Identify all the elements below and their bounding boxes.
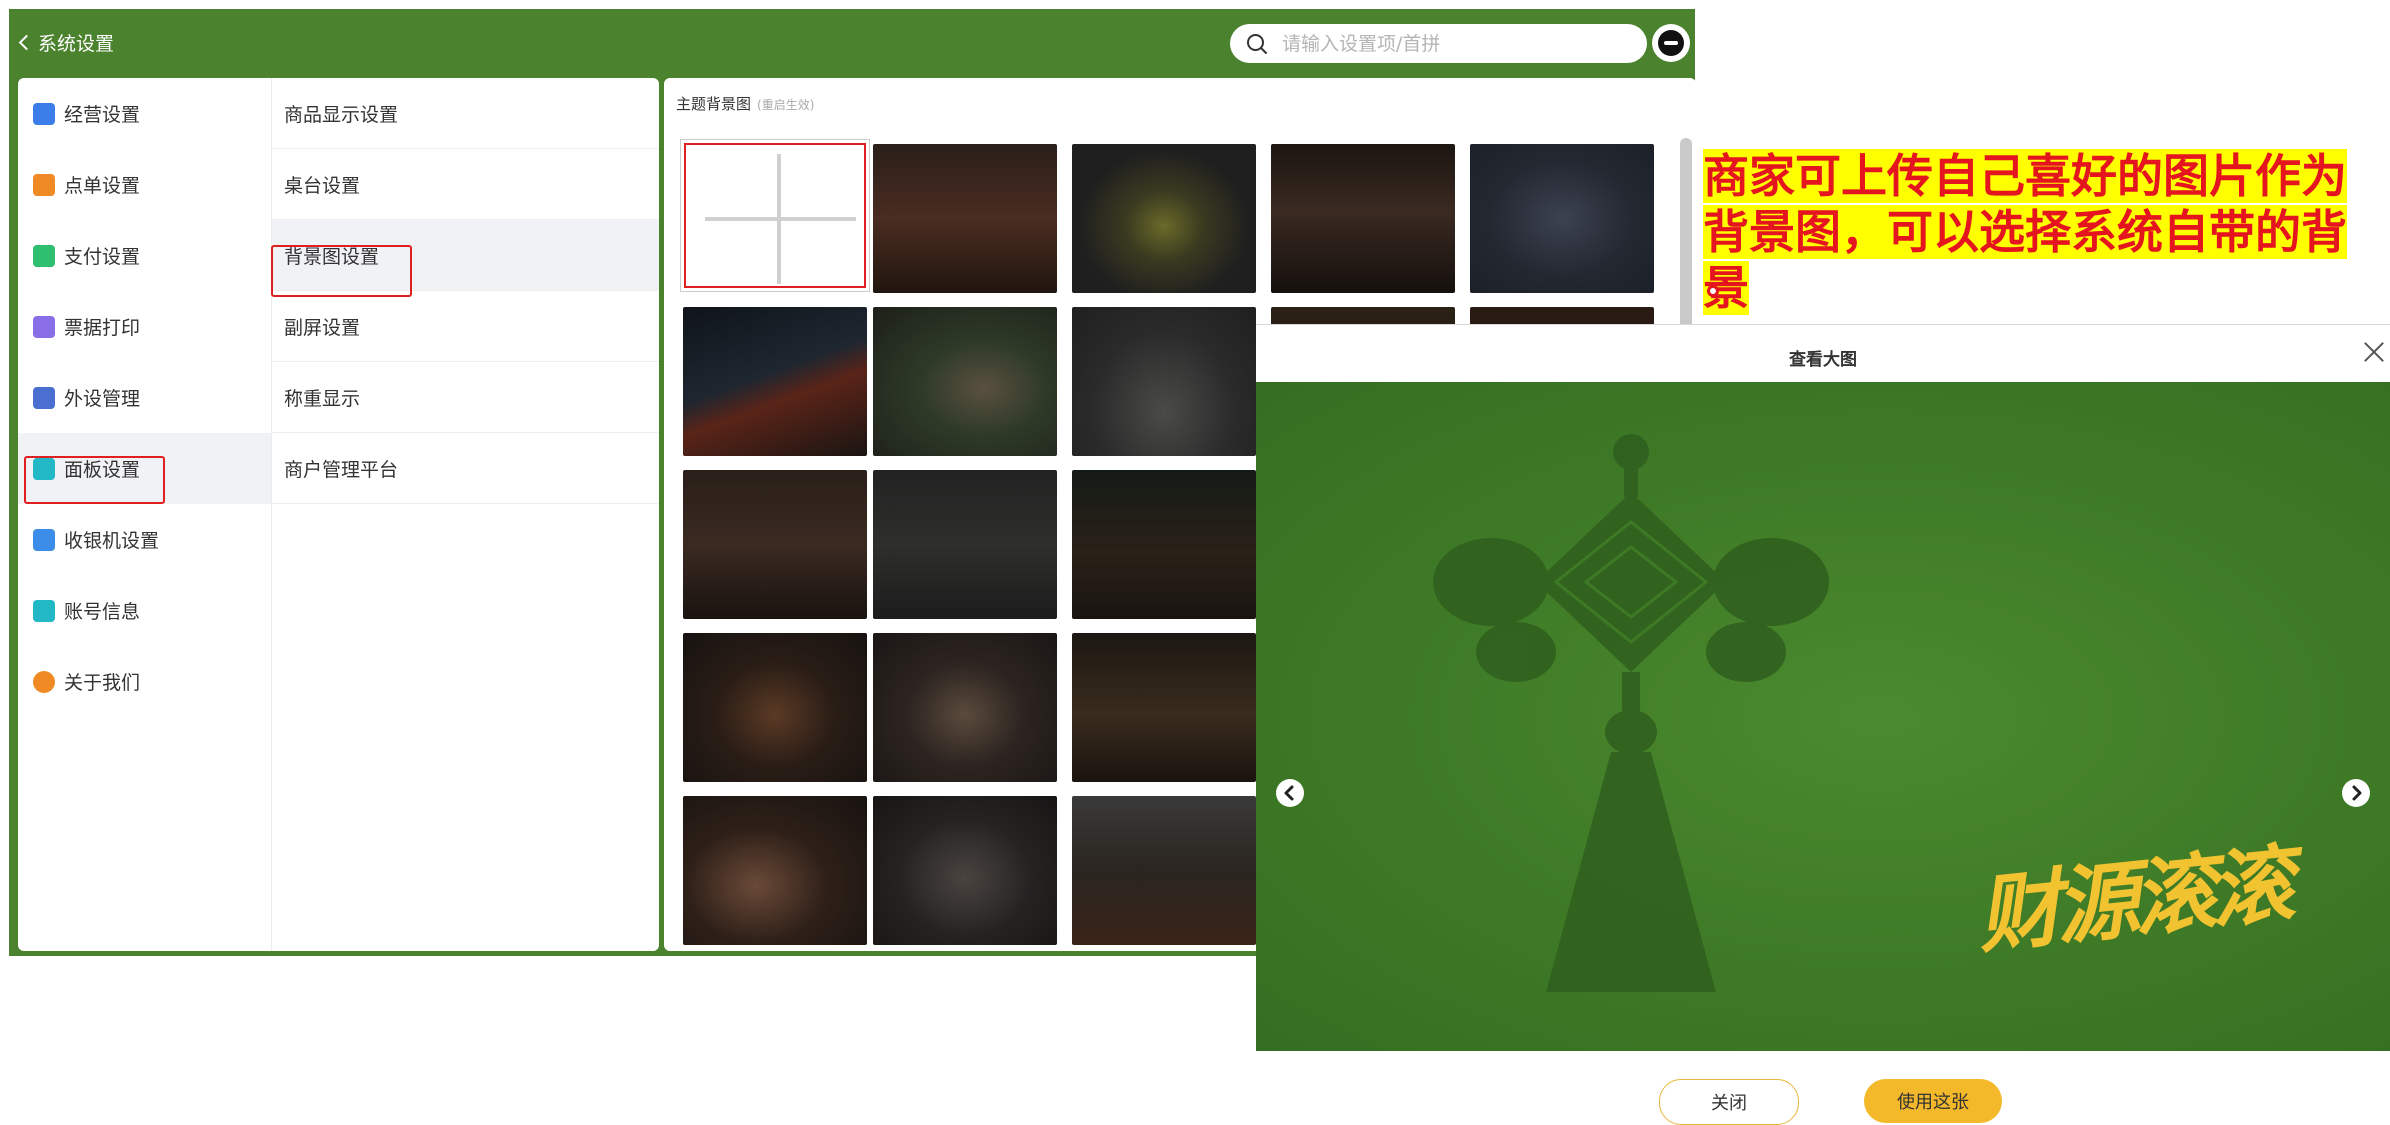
nav-item-label: 账号信息 bbox=[64, 601, 141, 623]
subnav-item-table[interactable]: 桌台设置 bbox=[272, 149, 659, 220]
subnav-item-label: 商品显示设置 bbox=[284, 103, 399, 126]
chevron-left-icon bbox=[1284, 785, 1294, 801]
nav-item-panel[interactable]: 面板设置 bbox=[18, 433, 271, 504]
subnav-item-secondary-screen[interactable]: 副屏设置 bbox=[272, 291, 659, 362]
subnav-item-weighing[interactable]: 称重显示 bbox=[272, 362, 659, 433]
background-thumbnail[interactable] bbox=[873, 796, 1057, 945]
background-thumbnail[interactable] bbox=[873, 307, 1057, 456]
background-thumbnail[interactable] bbox=[683, 307, 867, 456]
background-thumbnail[interactable] bbox=[873, 144, 1057, 293]
top-bar: 系统设置 bbox=[9, 9, 1695, 75]
subnav-item-background[interactable]: 背景图设置 bbox=[272, 220, 659, 291]
subnav-item-label: 副屏设置 bbox=[284, 316, 361, 339]
search-input[interactable] bbox=[1280, 31, 1624, 56]
plus-icon-stem bbox=[777, 154, 781, 284]
background-thumbnail[interactable] bbox=[873, 633, 1057, 782]
upload-image-tile[interactable] bbox=[680, 139, 870, 292]
subnav-item-merchant-platform[interactable]: 商户管理平台 bbox=[272, 433, 659, 504]
background-thumbnail[interactable] bbox=[1072, 144, 1256, 293]
nav-item-label: 点单设置 bbox=[64, 175, 141, 197]
settings-menu-panel: 经营设置 点单设置 支付设置 票据打印 外设管理 面板设置 收银机设置 账号信息… bbox=[18, 78, 659, 951]
minimize-button[interactable] bbox=[1652, 24, 1690, 62]
background-thumbnail[interactable] bbox=[683, 633, 867, 782]
subnav-item-label: 背景图设置 bbox=[284, 245, 380, 268]
annotation-text: 商家可上传自己喜好的图片作为背景图，可以选择系统自带的背景 bbox=[1703, 149, 2347, 315]
dialog-title: 查看大图 bbox=[1789, 350, 1857, 370]
nav-item-label: 外设管理 bbox=[64, 388, 141, 410]
primary-nav: 经营设置 点单设置 支付设置 票据打印 外设管理 面板设置 收银机设置 账号信息… bbox=[18, 78, 272, 951]
back-button[interactable]: 系统设置 bbox=[18, 29, 115, 56]
upload-selected-frame bbox=[684, 143, 866, 288]
nav-item-cashier[interactable]: 收银机设置 bbox=[18, 504, 271, 575]
nav-item-label: 关于我们 bbox=[64, 672, 141, 694]
use-this-image-button[interactable]: 使用这张 bbox=[1864, 1079, 2002, 1123]
next-image-button[interactable] bbox=[2342, 779, 2370, 807]
background-thumbnail[interactable] bbox=[1072, 796, 1256, 945]
subnav-item-label: 称重显示 bbox=[284, 387, 361, 410]
gallery-subtitle: (重启生效) bbox=[757, 98, 815, 112]
close-button[interactable]: 关闭 bbox=[1659, 1079, 1799, 1125]
chevron-left-icon bbox=[18, 34, 35, 51]
gallery-title-text: 主题背景图 bbox=[676, 95, 752, 113]
annotation-callout: 商家可上传自己喜好的图片作为背景图，可以选择系统自带的背景 bbox=[1703, 148, 2383, 316]
background-thumbnail[interactable] bbox=[1470, 144, 1654, 293]
cashier-icon bbox=[33, 528, 55, 551]
preview-image: 财源滚滚 bbox=[1256, 382, 2390, 1051]
use-button-label: 使用这张 bbox=[1897, 1092, 1969, 1113]
nav-item-business[interactable]: 经营设置 bbox=[18, 78, 271, 149]
gallery-title: 主题背景图 (重启生效) bbox=[676, 93, 814, 114]
previous-image-button[interactable] bbox=[1276, 779, 1304, 807]
store-icon bbox=[33, 102, 55, 125]
nav-item-label: 经营设置 bbox=[64, 104, 141, 126]
account-icon bbox=[33, 599, 55, 622]
minus-icon bbox=[1658, 30, 1684, 56]
search-box[interactable] bbox=[1230, 24, 1647, 63]
nav-item-label: 票据打印 bbox=[64, 317, 141, 339]
background-thumbnail[interactable] bbox=[1072, 307, 1256, 456]
background-thumbnail[interactable] bbox=[1072, 470, 1256, 619]
subnav-item-label: 商户管理平台 bbox=[284, 458, 399, 481]
background-thumbnail[interactable] bbox=[873, 470, 1057, 619]
search-icon bbox=[1247, 33, 1267, 54]
order-icon bbox=[33, 173, 55, 196]
background-thumbnail[interactable] bbox=[1271, 144, 1455, 293]
nav-item-order[interactable]: 点单设置 bbox=[18, 149, 271, 220]
background-thumbnail[interactable] bbox=[1072, 633, 1256, 782]
preview-dialog: 查看大图 财源滚滚 关闭 使用这张 bbox=[1256, 324, 2390, 1125]
nav-item-about[interactable]: 关于我们 bbox=[18, 646, 271, 717]
background-thumbnail[interactable] bbox=[683, 470, 867, 619]
nav-item-label: 收银机设置 bbox=[64, 530, 160, 552]
nav-item-receipt[interactable]: 票据打印 bbox=[18, 291, 271, 362]
nav-item-peripheral[interactable]: 外设管理 bbox=[18, 362, 271, 433]
annotation-marker bbox=[1707, 285, 1719, 297]
panel-icon bbox=[33, 457, 55, 480]
subnav-item-product-display[interactable]: 商品显示设置 bbox=[272, 78, 659, 149]
secondary-nav: 商品显示设置 桌台设置 背景图设置 副屏设置 称重显示 商户管理平台 bbox=[272, 78, 659, 951]
nav-item-payment[interactable]: 支付设置 bbox=[18, 220, 271, 291]
chinese-knot-illustration bbox=[1433, 434, 1829, 992]
yen-icon bbox=[33, 244, 55, 267]
chevron-right-icon bbox=[2352, 785, 2362, 801]
subnav-item-label: 桌台设置 bbox=[284, 174, 361, 197]
back-label: 系统设置 bbox=[38, 33, 115, 55]
nav-item-label: 支付设置 bbox=[64, 246, 141, 268]
nav-item-label: 面板设置 bbox=[64, 459, 141, 481]
close-icon[interactable] bbox=[2362, 339, 2386, 363]
nav-item-account[interactable]: 账号信息 bbox=[18, 575, 271, 646]
info-icon bbox=[33, 670, 55, 693]
background-thumbnail[interactable] bbox=[683, 796, 867, 945]
monitor-icon bbox=[33, 386, 55, 409]
close-button-label: 关闭 bbox=[1711, 1093, 1747, 1114]
printer-icon bbox=[33, 315, 55, 338]
